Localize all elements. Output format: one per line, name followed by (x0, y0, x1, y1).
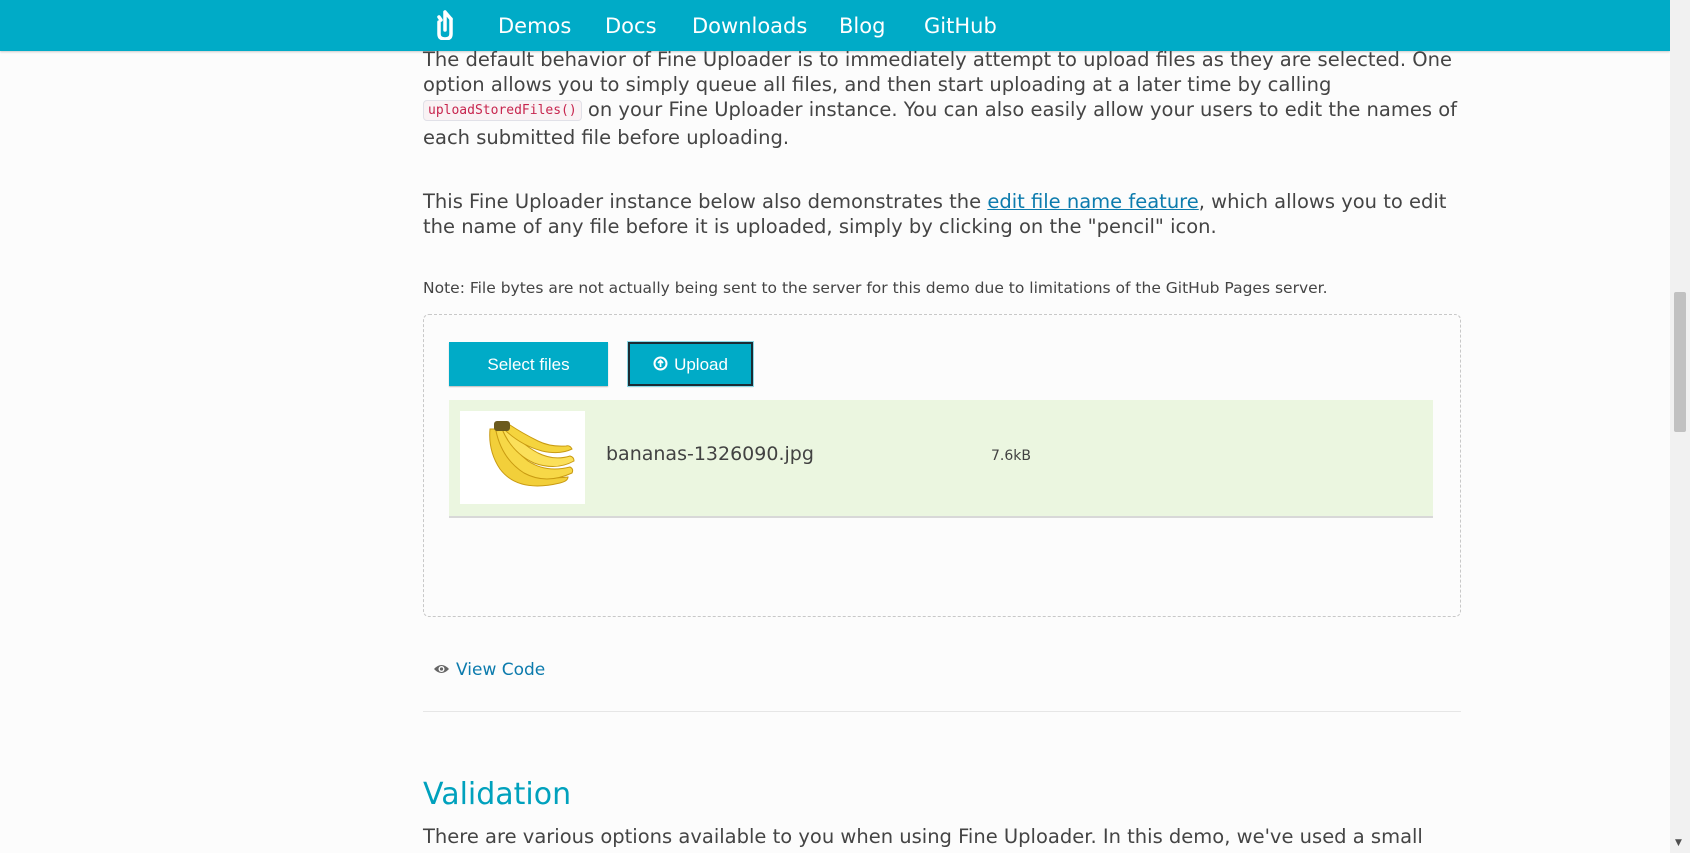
upload-button[interactable]: Upload (627, 341, 754, 387)
fine-uploader-logo-icon[interactable] (432, 10, 458, 40)
section-divider (423, 711, 1461, 712)
nav-docs[interactable]: Docs (605, 13, 657, 39)
nav-demos[interactable]: Demos (498, 13, 571, 39)
scroll-down-arrow-icon[interactable]: ▼ (1675, 838, 1682, 848)
page-scrollbar[interactable]: ▼ (1670, 0, 1690, 853)
upload-label: Upload (674, 355, 728, 374)
nav-downloads[interactable]: Downloads (692, 13, 807, 39)
edit-name-paragraph: This Fine Uploader instance below also d… (423, 189, 1461, 239)
nav-blog[interactable]: Blog (839, 13, 885, 39)
select-files-button[interactable]: Select files (449, 342, 608, 386)
intro-paragraph: The default behavior of Fine Uploader is… (423, 47, 1461, 150)
demo-note: Note: File bytes are not actually being … (423, 279, 1328, 297)
top-navbar: Demos Docs Downloads Blog GitHub (0, 0, 1670, 51)
banana-image (489, 421, 575, 487)
file-thumbnail (460, 411, 585, 504)
validation-heading: Validation (423, 777, 572, 812)
file-size: 7.6kB (991, 448, 1031, 464)
intro-text-1: The default behavior of Fine Uploader is… (423, 48, 1452, 96)
upload-circle-icon (653, 356, 668, 371)
view-code-link[interactable]: View Code (433, 660, 545, 680)
eye-icon (434, 665, 449, 673)
scrollbar-thumb[interactable] (1674, 292, 1686, 432)
view-code-label: View Code (456, 660, 546, 680)
edit-text-1: This Fine Uploader instance below also d… (423, 190, 982, 213)
code-upload-stored-files: uploadStoredFiles() (423, 100, 582, 121)
nav-github[interactable]: GitHub (924, 13, 997, 39)
file-row[interactable]: bananas-1326090.jpg 7.6kB (449, 400, 1433, 518)
uploader-box[interactable]: Select files Upload bananas-1326090.jpg … (423, 314, 1461, 617)
edit-file-name-link[interactable]: edit file name feature (987, 190, 1198, 213)
file-name[interactable]: bananas-1326090.jpg (606, 443, 814, 465)
validation-text: There are various options available to y… (423, 825, 1423, 848)
